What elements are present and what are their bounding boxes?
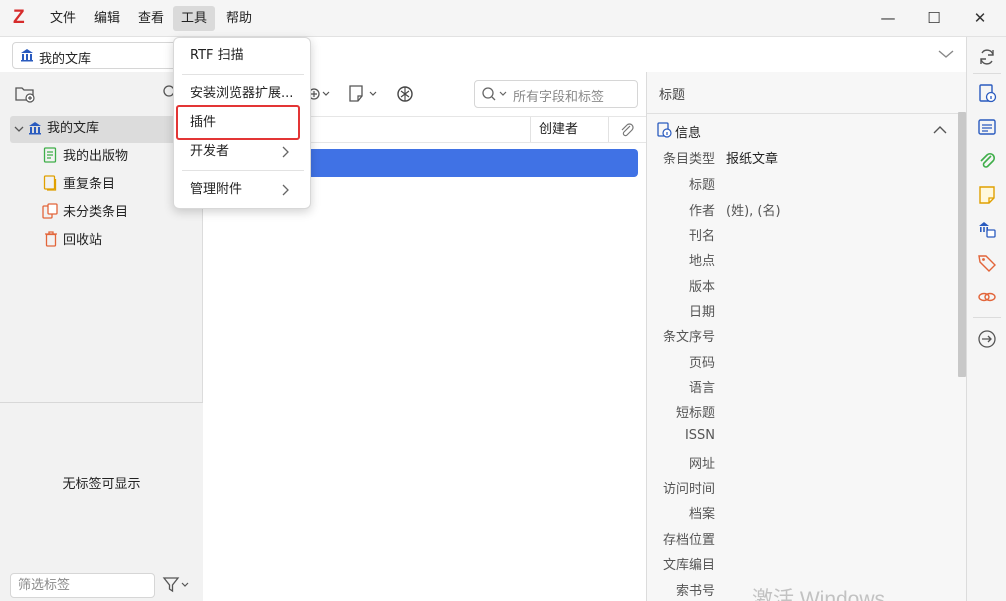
collection-duplicates[interactable]: 重复条目 [63,175,115,195]
libraries-collections-icon[interactable] [977,219,997,243]
item-pane-sidenav [966,37,1006,601]
item-pane-scrollbar[interactable] [958,112,966,377]
tags-icon[interactable] [977,253,997,277]
menu-separator [182,74,304,75]
library-selector-label: 我的文库 [39,52,92,67]
chevron-right-icon [280,146,290,162]
new-note-icon[interactable] [347,84,381,108]
field-label: 条文序号 [662,330,715,345]
search-icon [481,86,509,106]
column-creator[interactable]: 创建者 [530,117,606,142]
field-label: 页码 [688,356,715,371]
collection-my-library[interactable]: 我的文库 [47,119,99,139]
collection-my-publications[interactable]: 我的出版物 [63,147,128,167]
item-pane-header: 标题 [659,88,686,103]
divider [973,73,1001,74]
chevron-right-icon [280,184,290,200]
field-label: 标题 [688,178,715,193]
info-section-title[interactable]: 信息 [675,122,701,141]
menu-separator [182,170,304,171]
field-label: 版本 [688,280,715,295]
sync-icon[interactable] [977,47,997,71]
collection-unfiled[interactable]: 未分类条目 [63,203,128,223]
locate-icon[interactable] [977,329,997,353]
field-label: 档案 [688,507,715,522]
ai-assistant-icon[interactable] [395,84,415,108]
tag-filter-input[interactable]: 筛选标签 [10,573,155,598]
field-label: 刊名 [688,229,715,244]
tag-selector: 无标签可显示 筛选标签 [0,402,203,601]
abstract-icon[interactable] [977,117,997,141]
title-bar: Z 文件 编辑 查看 工具 帮助 — ☐ ✕ [0,0,1006,37]
menu-tools[interactable]: 工具 [173,6,216,31]
field-label: 访问时间 [662,482,715,497]
field-author[interactable]: (姓), (名) [726,200,781,219]
menu-edit[interactable]: 编辑 [86,6,128,31]
field-label: 日期 [688,305,715,320]
field-label: 条目类型 [662,152,715,167]
unfiled-icon [42,203,58,223]
close-button[interactable]: ✕ [968,6,992,30]
activate-windows-watermark: 激活 Windows [752,588,886,601]
menu-file[interactable]: 文件 [42,6,84,31]
menu-view[interactable]: 查看 [130,6,172,31]
chevron-down-icon[interactable] [936,46,956,66]
field-item-type[interactable]: 报纸文章 [726,148,778,167]
field-label: 索书号 [675,584,715,599]
field-label: 地点 [688,254,715,269]
menu-item-manage-attachments[interactable]: 管理附件 [190,180,242,200]
publications-icon [43,147,57,167]
field-label: 存档位置 [662,533,715,548]
new-collection-icon[interactable] [14,84,36,108]
minimize-button[interactable]: — [876,6,900,30]
menu-help[interactable]: 帮助 [218,6,260,31]
filter-icon[interactable] [162,576,190,598]
maximize-button[interactable]: ☐ [922,6,946,30]
menu-item-developer[interactable]: 开发者 [190,142,229,162]
chevron-down-icon[interactable] [14,123,24,138]
collection-trash[interactable]: 回收站 [63,231,102,251]
field-label: 作者 [688,204,715,219]
library-selector[interactable]: 我的文库 [12,42,182,69]
notes-icon[interactable] [977,185,997,209]
no-tags-message: 无标签可显示 [62,477,141,492]
menu-item-rtf-scan[interactable]: RTF 扫描 [190,46,244,66]
zotero-logo: Z [13,7,25,28]
divider [973,317,1001,318]
item-pane: 标题 信息 条目类型 报纸文章 标题 作者 (姓), (名) 刊名 地点 版本 … [646,72,967,601]
duplicates-icon [43,175,57,195]
field-label: ISSN [684,428,715,443]
library-icon [19,47,35,67]
info-icon [656,122,672,142]
divider [647,113,967,114]
paperclip-icon [621,123,634,137]
field-label: 文库编目 [662,558,715,573]
search-field[interactable]: 所有字段和标签 [474,80,638,108]
menu-item-install-browser-extension[interactable]: 安装浏览器扩展... [190,84,293,104]
column-attachments[interactable] [608,117,646,142]
related-icon[interactable] [977,287,997,311]
field-label: 语言 [688,381,715,396]
chevron-up-icon[interactable] [933,124,947,139]
plugins-highlight-box [176,105,300,140]
attachments-icon[interactable] [977,151,997,175]
search-placeholder: 所有字段和标签 [513,90,605,105]
info-icon[interactable] [977,83,997,107]
field-label: 网址 [688,457,715,472]
library-icon [27,120,43,140]
trash-icon [44,231,58,251]
field-label: 短标题 [675,406,715,421]
